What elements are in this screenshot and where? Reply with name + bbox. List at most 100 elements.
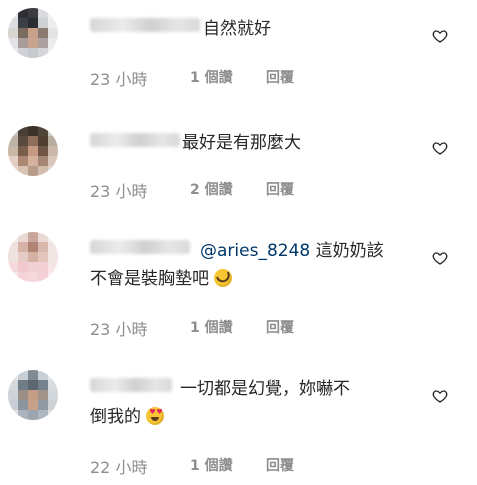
avatar-pixel (48, 38, 58, 48)
heart-icon[interactable] (432, 388, 448, 404)
timestamp[interactable]: 23 小時 (90, 178, 147, 202)
avatar-pixel (18, 146, 28, 156)
avatar-pixel (18, 262, 28, 272)
heart-eyes-emoji-icon (146, 407, 165, 425)
avatar-pixel (18, 242, 28, 252)
avatar-pixel (48, 166, 58, 176)
reply-button[interactable]: 回覆 (266, 179, 294, 199)
avatar-pixel (38, 136, 48, 146)
comment-text: 最好是有那麼大 (182, 133, 301, 153)
avatar-pixel (38, 262, 48, 272)
avatar[interactable] (8, 370, 58, 420)
avatar-pixel (38, 126, 48, 136)
avatar-pixel (8, 38, 18, 48)
avatar-pixel (38, 28, 48, 38)
username-blurred[interactable] (90, 378, 172, 392)
avatar-pixel (18, 410, 28, 420)
avatar-pixel (8, 410, 18, 420)
avatar-pixel (28, 38, 38, 48)
avatar-pixel (48, 48, 58, 58)
heart-icon[interactable] (432, 28, 448, 44)
avatar-pixel (18, 38, 28, 48)
avatar[interactable] (8, 232, 58, 282)
username-blurred[interactable] (90, 133, 180, 147)
avatar-pixel (38, 400, 48, 410)
avatar[interactable] (8, 126, 58, 176)
timestamp[interactable]: 22 小時 (90, 454, 147, 478)
avatar-pixel (28, 48, 38, 58)
avatar-pixel (48, 8, 58, 18)
likes-count[interactable]: 2 個讚 (190, 179, 233, 199)
avatar-pixel (48, 146, 58, 156)
avatar-pixel (18, 48, 28, 58)
avatar-pixel (8, 28, 18, 38)
avatar-pixel (38, 272, 48, 282)
comment-text-line2: 不會是裝胸墊吧 (90, 266, 233, 292)
comment-text: 自然就好 (203, 19, 271, 39)
avatar-pixel (8, 126, 18, 136)
avatar-pixel (38, 146, 48, 156)
avatar-pixel (28, 370, 38, 380)
avatar-pixel (28, 18, 38, 28)
comment-text-part: 不會是裝胸墊吧 (90, 269, 209, 289)
avatar-pixel (38, 242, 48, 252)
avatar-pixel (38, 166, 48, 176)
avatar-pixel (48, 242, 58, 252)
avatar-pixel (8, 18, 18, 28)
comment-text-part: 倒我的 (90, 407, 141, 427)
avatar-pixel (8, 156, 18, 166)
avatar-pixel (18, 136, 28, 146)
heart-icon[interactable] (432, 140, 448, 156)
avatar-pixel (8, 262, 18, 272)
avatar[interactable] (8, 8, 58, 58)
avatar-pixel (8, 370, 18, 380)
avatar-pixel (38, 18, 48, 28)
avatar-pixel (28, 156, 38, 166)
avatar-pixel (18, 370, 28, 380)
avatar-pixel (28, 8, 38, 18)
username-blurred[interactable] (90, 18, 200, 32)
avatar-pixel (8, 400, 18, 410)
avatar-pixel (48, 18, 58, 28)
avatar-pixel (38, 390, 48, 400)
avatar-pixel (8, 8, 18, 18)
avatar-pixel (48, 136, 58, 146)
reply-button[interactable]: 回覆 (266, 317, 294, 337)
likes-count[interactable]: 1 個讚 (190, 455, 233, 475)
avatar-pixel (18, 166, 28, 176)
avatar-pixel (28, 390, 38, 400)
avatar-pixel (18, 390, 28, 400)
comment-text-line1: @aries_8248 這奶奶該 (200, 238, 384, 264)
avatar-pixel (48, 126, 58, 136)
avatar-pixel (48, 262, 58, 272)
reply-button[interactable]: 回覆 (266, 455, 294, 475)
avatar-pixel (8, 232, 18, 242)
avatar-pixel (48, 156, 58, 166)
avatar-pixel (28, 126, 38, 136)
likes-count[interactable]: 1 個讚 (190, 317, 233, 337)
avatar-pixel (8, 166, 18, 176)
avatar-pixel (18, 18, 28, 28)
timestamp[interactable]: 23 小時 (90, 316, 147, 340)
avatar-pixel (28, 380, 38, 390)
avatar-pixel (38, 380, 48, 390)
avatar-pixel (8, 146, 18, 156)
avatar-pixel (28, 146, 38, 156)
reply-button[interactable]: 回覆 (266, 67, 294, 87)
avatar-pixel (8, 380, 18, 390)
avatar-pixel (48, 380, 58, 390)
username-blurred[interactable] (90, 240, 190, 254)
avatar-pixel (18, 232, 28, 242)
avatar-pixel (8, 136, 18, 146)
heart-icon[interactable] (432, 250, 448, 266)
avatar-pixel (38, 370, 48, 380)
avatar-pixel (28, 262, 38, 272)
avatar-pixel (18, 126, 28, 136)
avatar-pixel (48, 400, 58, 410)
avatar-pixel (8, 252, 18, 262)
avatar-pixel (18, 252, 28, 262)
avatar-pixel (18, 156, 28, 166)
timestamp[interactable]: 23 小時 (90, 66, 147, 90)
mention-link[interactable]: @aries_8248 (200, 241, 310, 261)
likes-count[interactable]: 1 個讚 (190, 67, 233, 87)
